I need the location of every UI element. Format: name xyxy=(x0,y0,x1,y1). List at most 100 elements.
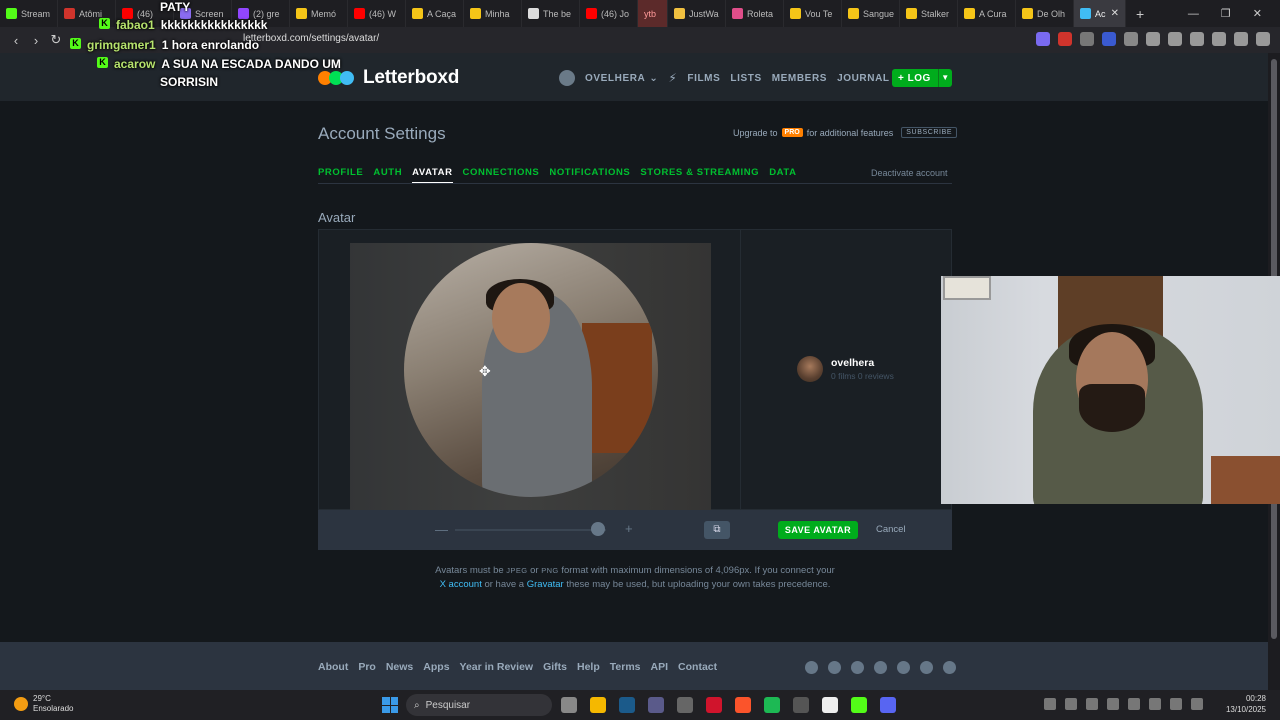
weather-widget[interactable]: 29°C Ensolarado xyxy=(14,694,73,714)
save-avatar-button[interactable]: SAVE AVATAR xyxy=(778,521,858,539)
windows-start-icon[interactable] xyxy=(382,697,398,713)
browser-tab[interactable]: Ac ✕ xyxy=(1074,0,1126,27)
sidebar-icon[interactable] xyxy=(1168,32,1182,46)
system-clock[interactable]: 00:28 13/10/2025 xyxy=(1226,693,1266,715)
avatar-crop-area[interactable]: ✥ xyxy=(350,243,711,510)
browser-tab[interactable]: Stalker xyxy=(900,0,958,27)
zoom-slider[interactable] xyxy=(455,529,606,531)
tab-profile[interactable]: PROFILE xyxy=(318,167,363,183)
app-icon[interactable] xyxy=(648,697,664,713)
extension-icon[interactable] xyxy=(1058,32,1072,46)
url-field[interactable]: letterboxd.com/settings/avatar/ xyxy=(243,33,379,44)
zoom-in-icon[interactable]: + xyxy=(625,521,633,536)
maximize-icon[interactable]: ❐ xyxy=(1221,7,1231,20)
task-view-icon[interactable] xyxy=(561,697,577,713)
reload-icon[interactable]: ↻ xyxy=(46,32,66,48)
subscribe-button[interactable]: SUBSCRIBE xyxy=(901,127,958,138)
footer-link-api[interactable]: API xyxy=(651,661,669,673)
zoom-slider-handle[interactable] xyxy=(591,522,606,536)
zoom-out-icon[interactable]: — xyxy=(435,522,448,537)
rotate-button[interactable]: ⧉ xyxy=(704,521,730,539)
browser-tab[interactable]: The be xyxy=(522,0,580,27)
tab-avatar[interactable]: AVATAR xyxy=(412,167,453,183)
nav-members[interactable]: MEMBERS xyxy=(772,73,827,84)
chevron-up-icon[interactable] xyxy=(1044,698,1056,710)
browser-tab[interactable]: JustWa xyxy=(668,0,726,27)
footer-link-apps[interactable]: Apps xyxy=(423,661,449,673)
forward-icon[interactable]: › xyxy=(26,33,46,48)
footer-link-year-in-review[interactable]: Year in Review xyxy=(460,661,534,673)
file-icon[interactable] xyxy=(822,697,838,713)
browser-tab[interactable]: Roleta xyxy=(726,0,784,27)
tray-icon[interactable] xyxy=(1107,698,1119,710)
browser-tab[interactable]: Memó xyxy=(290,0,348,27)
file-explorer-icon[interactable] xyxy=(590,697,606,713)
bluetooth-icon[interactable] xyxy=(1128,698,1140,710)
activity-icon[interactable]: ⚡ xyxy=(668,71,677,85)
opera-icon[interactable] xyxy=(706,697,722,713)
footer-link-terms[interactable]: Terms xyxy=(610,661,641,673)
gravatar-link[interactable]: Gravatar xyxy=(527,579,564,590)
tiktok-icon[interactable] xyxy=(920,661,933,674)
facebook-icon[interactable] xyxy=(897,661,910,674)
tab-notifications[interactable]: NOTIFICATIONS xyxy=(549,167,630,183)
nav-journal[interactable]: JOURNAL xyxy=(837,73,890,84)
spotify-icon[interactable] xyxy=(764,697,780,713)
microphone-icon[interactable] xyxy=(1149,698,1161,710)
browser-tab[interactable]: A Caça xyxy=(406,0,464,27)
browser-tab[interactable]: (46) W xyxy=(348,0,406,27)
browser-tab[interactable]: (46) Jo xyxy=(580,0,638,27)
tab-connections[interactable]: CONNECTIONS xyxy=(463,167,540,183)
extension-icon[interactable] xyxy=(1036,32,1050,46)
browser-tab[interactable]: ytb xyxy=(638,0,668,27)
taskbar-search[interactable]: ⌕ Pesquisar xyxy=(406,694,552,716)
extension-icon[interactable] xyxy=(1102,32,1116,46)
discord-icon[interactable] xyxy=(880,697,896,713)
extension-icon[interactable] xyxy=(1124,32,1138,46)
browser-tab[interactable]: A Cura xyxy=(958,0,1016,27)
browser-tab[interactable]: De Olh xyxy=(1016,0,1074,27)
close-tab-icon[interactable]: ✕ xyxy=(1111,8,1119,19)
chevron-down-icon[interactable]: ⌄ xyxy=(649,73,658,84)
x-icon[interactable] xyxy=(851,661,864,674)
shield-icon[interactable] xyxy=(1234,32,1248,46)
nav-lists[interactable]: LISTS xyxy=(730,73,761,84)
close-window-icon[interactable]: ✕ xyxy=(1253,7,1262,20)
footer-link-gifts[interactable]: Gifts xyxy=(543,661,567,673)
instagram-icon[interactable] xyxy=(805,661,818,674)
chevron-down-icon[interactable]: ▼ xyxy=(938,69,952,87)
footer-link-news[interactable]: News xyxy=(386,661,413,673)
volume-icon[interactable] xyxy=(1191,698,1203,710)
footer-link-contact[interactable]: Contact xyxy=(678,661,717,673)
x-account-link[interactable]: X account xyxy=(440,579,482,590)
nav-films[interactable]: FILMS xyxy=(687,73,720,84)
footer-link-help[interactable]: Help xyxy=(577,661,600,673)
tab-data[interactable]: DATA xyxy=(769,167,796,183)
bluesky-icon[interactable] xyxy=(874,661,887,674)
back-icon[interactable]: ‹ xyxy=(6,33,26,48)
minimize-icon[interactable]: — xyxy=(1188,8,1199,20)
tab-stores-streaming[interactable]: STORES & STREAMING xyxy=(640,167,759,183)
extension-icon[interactable] xyxy=(1080,32,1094,46)
new-tab-button[interactable]: + xyxy=(1126,6,1154,22)
menu-icon[interactable] xyxy=(1256,32,1270,46)
threads-icon[interactable] xyxy=(828,661,841,674)
browser-tab[interactable]: Sangue xyxy=(842,0,900,27)
pro-badge[interactable]: PRO xyxy=(781,128,803,137)
tray-icon[interactable] xyxy=(1086,698,1098,710)
brave-icon[interactable] xyxy=(735,697,751,713)
crop-circle[interactable] xyxy=(404,243,658,497)
wallet-icon[interactable] xyxy=(1190,32,1204,46)
nav-username[interactable]: OVELHERA xyxy=(585,73,645,84)
steam-icon[interactable] xyxy=(619,697,635,713)
deactivate-account-link[interactable]: Deactivate account xyxy=(871,168,948,178)
browser-tab[interactable]: Stream xyxy=(0,0,58,27)
kick-app-icon[interactable] xyxy=(851,697,867,713)
footer-link-pro[interactable]: Pro xyxy=(358,661,376,673)
avatar[interactable] xyxy=(559,70,575,86)
footer-link-about[interactable]: About xyxy=(318,661,348,673)
app-icon[interactable] xyxy=(677,697,693,713)
tray-icon[interactable] xyxy=(1065,698,1077,710)
browser-tab[interactable]: Minha xyxy=(464,0,522,27)
cancel-button[interactable]: Cancel xyxy=(876,524,906,535)
